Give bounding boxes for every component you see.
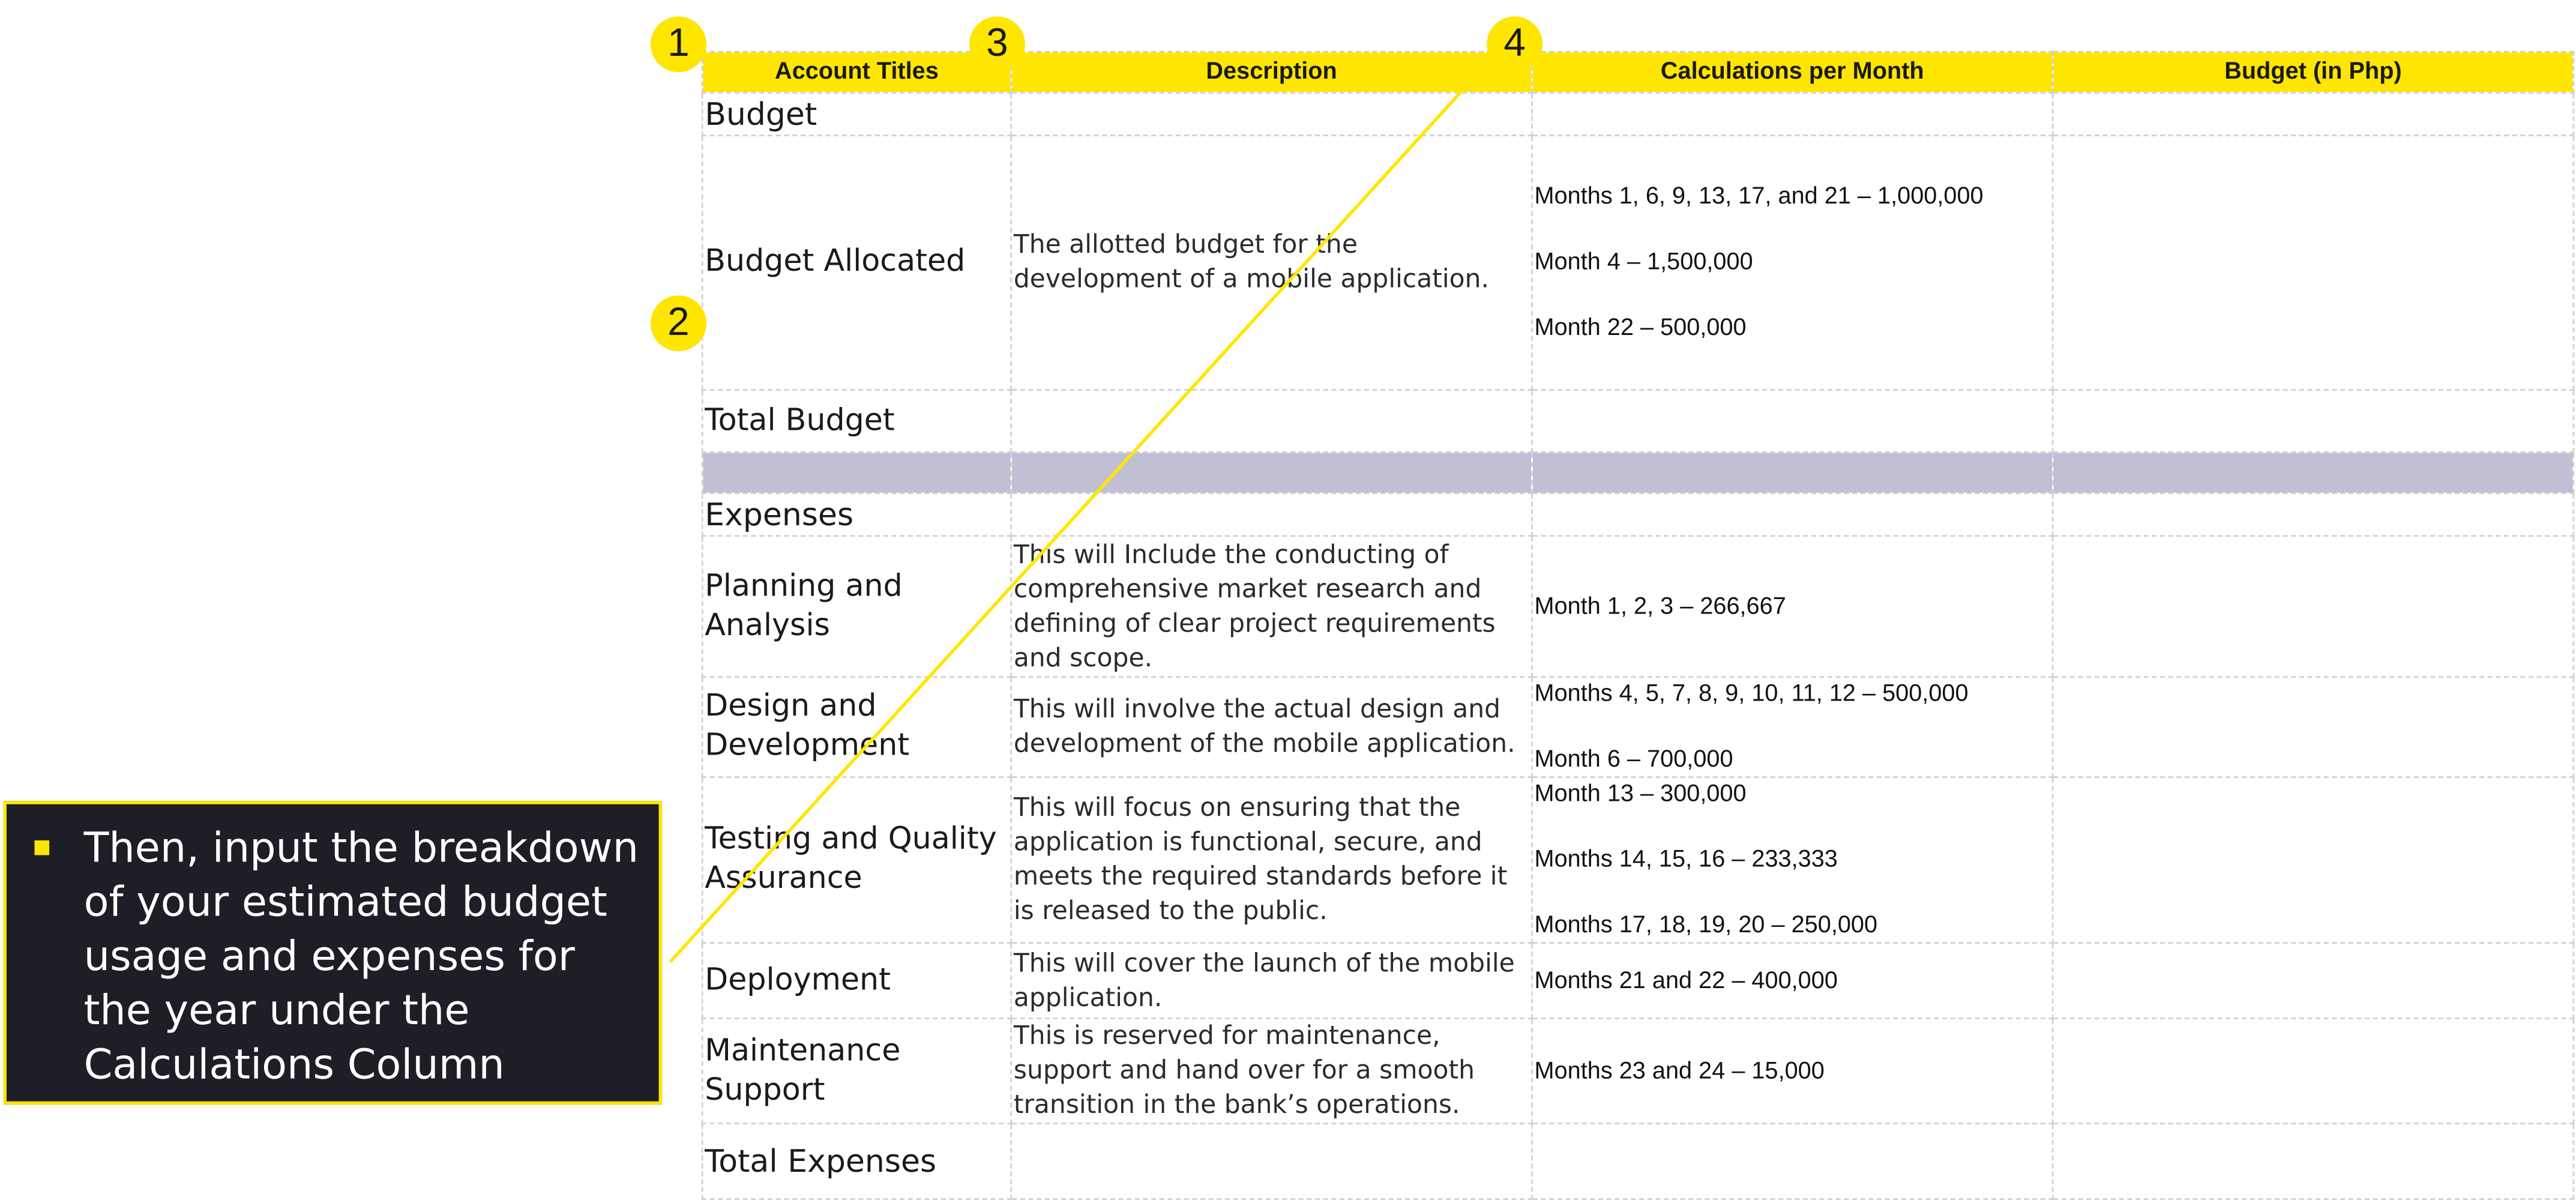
empty-cell[interactable] xyxy=(1531,92,2054,136)
calculations-design[interactable]: Months 4, 5, 7, 8, 9, 10, 11, 12 – 500,0… xyxy=(1531,676,2054,779)
description-budget-allocated: The allotted budget for the development … xyxy=(1010,134,1533,391)
separator-cell xyxy=(1531,451,2054,494)
description-testing: This will focus on ensuring that the app… xyxy=(1010,776,1533,944)
empty-cell[interactable] xyxy=(1531,492,2054,537)
empty-cell[interactable] xyxy=(1010,492,1533,537)
table-row: Budget xyxy=(701,92,2575,136)
budget-cell-planning[interactable] xyxy=(2051,535,2575,678)
separator-cell xyxy=(2051,451,2575,494)
callout-text: Then, input the breakdown of your estima… xyxy=(83,824,639,1088)
budget-table: Account Titles Description Calculations … xyxy=(701,50,2575,1200)
description-planning: This will Include the conducting of comp… xyxy=(1010,535,1533,678)
empty-cell[interactable] xyxy=(1010,389,1533,453)
section-label-budget: Budget xyxy=(701,92,1013,136)
table-row: Budget Allocated The allotted budget for… xyxy=(701,134,2575,391)
bullet-icon xyxy=(34,840,50,855)
budget-cell-total-expenses[interactable] xyxy=(2051,1123,2575,1200)
instruction-callout: Then, input the breakdown of your estima… xyxy=(3,801,663,1105)
separator-cell xyxy=(701,451,1013,494)
account-title-maintenance: Maintenance Support xyxy=(701,1018,1013,1124)
separator-row xyxy=(701,451,2575,494)
table-row: Total Budget xyxy=(701,389,2575,453)
header-budget: Budget (in Php) xyxy=(2051,50,2575,94)
table-row: Expenses xyxy=(701,492,2575,537)
budget-cell-testing[interactable] xyxy=(2051,776,2575,944)
table-row: Planning and Analysis This will Include … xyxy=(701,535,2575,678)
calc-line: Months 1, 6, 9, 13, 17, and 21 – 1,000,0… xyxy=(1534,184,1984,210)
step-marker-3: 3 xyxy=(969,16,1026,73)
table-row: Total Expenses xyxy=(701,1123,2575,1200)
account-title-budget-allocated: Budget Allocated xyxy=(701,134,1013,391)
empty-cell[interactable] xyxy=(2051,92,2575,136)
budget-cell-design[interactable] xyxy=(2051,676,2575,779)
separator-cell xyxy=(1010,451,1533,494)
header-account-titles: Account Titles xyxy=(701,50,1013,94)
calc-line: Month 22 – 500,000 xyxy=(1534,315,1747,342)
calc-line: Months 21 and 22 – 400,000 xyxy=(1534,967,1838,994)
description-design: This will involve the actual design and … xyxy=(1010,676,1533,779)
header-calculations: Calculations per Month xyxy=(1531,50,2054,94)
calc-line: Month 4 – 1,500,000 xyxy=(1534,249,1753,276)
calculations-maintenance[interactable]: Months 23 and 24 – 15,000 xyxy=(1531,1018,2054,1124)
calc-line: Month 1, 2, 3 – 266,667 xyxy=(1534,593,1786,620)
table-row: Design and Development This will involve… xyxy=(701,676,2575,779)
step-marker-1: 1 xyxy=(650,16,706,73)
empty-cell[interactable] xyxy=(1010,1123,1533,1200)
account-title-total-expenses: Total Expenses xyxy=(701,1123,1013,1200)
account-title-design: Design and Development xyxy=(701,676,1013,779)
empty-cell[interactable] xyxy=(1531,1123,2054,1200)
header-description: Description xyxy=(1010,50,1533,94)
calc-line: Months 4, 5, 7, 8, 9, 10, 11, 12 – 500,0… xyxy=(1534,681,1969,708)
empty-cell[interactable] xyxy=(2051,492,2575,537)
calculations-deployment[interactable]: Months 21 and 22 – 400,000 xyxy=(1531,942,2054,1019)
table-row: Deployment This will cover the launch of… xyxy=(701,942,2575,1019)
description-deployment: This will cover the launch of the mobile… xyxy=(1010,942,1533,1019)
budget-cell-maintenance[interactable] xyxy=(2051,1018,2575,1124)
table-row: Testing and Quality Assurance This will … xyxy=(701,776,2575,944)
account-title-deployment: Deployment xyxy=(701,942,1013,1019)
calc-line: Months 14, 15, 16 – 233,333 xyxy=(1534,846,1838,873)
calc-line: Months 23 and 24 – 15,000 xyxy=(1534,1058,1825,1084)
budget-cell-total-budget[interactable] xyxy=(2051,389,2575,453)
calc-line: Months 17, 18, 19, 20 – 250,000 xyxy=(1534,912,1878,939)
calculations-testing[interactable]: Month 13 – 300,000 Months 14, 15, 16 – 2… xyxy=(1531,776,2054,944)
budget-cell-budget-allocated[interactable] xyxy=(2051,134,2575,391)
section-label-expenses: Expenses xyxy=(701,492,1013,537)
calc-line: Month 6 – 700,000 xyxy=(1534,747,1733,773)
account-title-planning: Planning and Analysis xyxy=(701,535,1013,678)
account-title-testing: Testing and Quality Assurance xyxy=(701,776,1013,944)
slide: Account Titles Description Calculations … xyxy=(0,0,2576,1200)
calc-line: Month 13 – 300,000 xyxy=(1534,781,1747,808)
table-row: Maintenance Support This is reserved for… xyxy=(701,1018,2575,1124)
empty-cell[interactable] xyxy=(1531,389,2054,453)
step-marker-4: 4 xyxy=(1487,16,1543,73)
budget-cell-deployment[interactable] xyxy=(2051,942,2575,1019)
step-marker-2: 2 xyxy=(650,295,706,352)
calculations-planning[interactable]: Month 1, 2, 3 – 266,667 xyxy=(1531,535,2054,678)
empty-cell[interactable] xyxy=(1010,92,1533,136)
account-title-total-budget: Total Budget xyxy=(701,389,1013,453)
calculations-budget-allocated[interactable]: Months 1, 6, 9, 13, 17, and 21 – 1,000,0… xyxy=(1531,134,2054,391)
description-maintenance: This is reserved for maintenance, suppor… xyxy=(1010,1018,1533,1124)
